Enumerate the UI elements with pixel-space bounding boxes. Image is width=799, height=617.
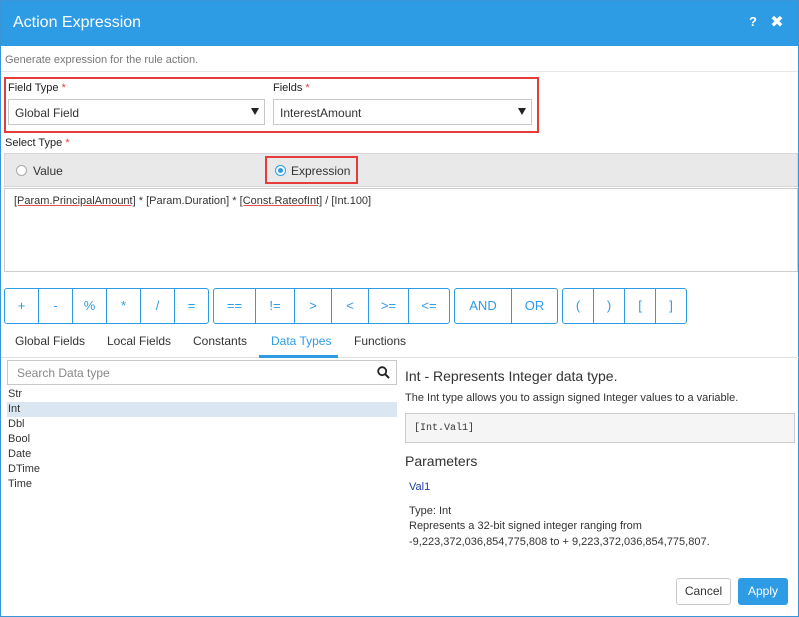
select-type-label: Select Type * — [5, 137, 70, 149]
expression-token: [Param.PrincipalAmount] — [14, 195, 136, 207]
fields-label: Fields * — [273, 82, 310, 94]
arith-operator-group: + - % * / = — [4, 288, 209, 324]
op-greater-equal-button[interactable]: >= — [369, 289, 409, 323]
value-radio[interactable] — [16, 165, 27, 176]
required-marker: * — [61, 82, 66, 94]
expression-radio[interactable] — [275, 165, 286, 176]
list-item[interactable]: Dbl — [7, 417, 397, 432]
logical-operator-group: AND OR — [454, 288, 558, 324]
close-icon[interactable]: ✖ — [768, 12, 786, 32]
data-type-code-sample[interactable]: [Int.Val1] — [405, 413, 795, 443]
list-item[interactable]: Time — [7, 477, 397, 492]
op-greater-button[interactable]: > — [295, 289, 332, 323]
fields-value: InterestAmount — [280, 106, 362, 120]
op-or-button[interactable]: OR — [512, 289, 557, 323]
field-type-label: Field Type * — [8, 82, 66, 94]
op-multiply-button[interactable]: * — [107, 289, 141, 323]
op-minus-button[interactable]: - — [39, 289, 73, 323]
cancel-button[interactable]: Cancel — [676, 578, 731, 605]
op-close-paren-button[interactable]: ) — [594, 289, 625, 323]
expression-editor[interactable]: [Param.PrincipalAmount] * [Param.Duratio… — [4, 188, 798, 272]
op-open-bracket-button[interactable]: [ — [625, 289, 656, 323]
tab-data-types[interactable]: Data Types — [271, 334, 331, 348]
op-equal-button[interactable]: == — [214, 289, 256, 323]
required-marker: * — [65, 137, 70, 149]
list-item[interactable]: Str — [7, 387, 397, 402]
select-type-radio-group — [4, 153, 798, 187]
op-assign-button[interactable]: = — [175, 289, 208, 323]
data-type-detail-title: Int - Represents Integer data type. — [405, 368, 618, 384]
parameter-description: Represents a 32-bit signed integer rangi… — [409, 520, 642, 532]
list-item[interactable]: Int — [7, 402, 397, 417]
op-plus-button[interactable]: + — [5, 289, 39, 323]
action-expression-dialog: Action Expression ? ✖ Generate expressio… — [0, 0, 799, 617]
list-item[interactable]: Bool — [7, 432, 397, 447]
value-radio-label[interactable]: Value — [33, 164, 63, 178]
data-type-search-input[interactable] — [8, 361, 368, 384]
op-and-button[interactable]: AND — [455, 289, 512, 323]
compare-operator-group: == != > < >= <= — [213, 288, 450, 324]
tab-constants[interactable]: Constants — [193, 334, 247, 348]
expression-radio-label[interactable]: Expression — [291, 164, 350, 178]
op-close-bracket-button[interactable]: ] — [656, 289, 686, 323]
tab-local-fields[interactable]: Local Fields — [107, 334, 171, 348]
expression-token: / [Int.100] — [322, 195, 372, 207]
expression-operator: * — [135, 195, 147, 207]
op-less-button[interactable]: < — [332, 289, 369, 323]
divider — [1, 71, 798, 72]
parameters-heading: Parameters — [405, 453, 478, 469]
data-type-list: Str Int Dbl Bool Date DTime Time — [7, 387, 397, 492]
chevron-down-icon — [251, 108, 259, 115]
op-divide-button[interactable]: / — [141, 289, 175, 323]
op-mod-button[interactable]: % — [73, 289, 107, 323]
parameter-range: -9,223,372,036,854,775,808 to + 9,223,37… — [409, 536, 710, 548]
op-not-equal-button[interactable]: != — [256, 289, 295, 323]
parameter-type: Type: Int — [409, 505, 452, 517]
dialog-subtitle: Generate expression for the rule action. — [5, 54, 199, 66]
active-tab-indicator — [259, 355, 338, 358]
apply-button[interactable]: Apply — [738, 578, 788, 605]
data-type-search — [7, 360, 397, 385]
list-item[interactable]: Date — [7, 447, 397, 462]
expression-token: [Const.RateofInt] — [239, 195, 323, 207]
data-type-detail-description: The Int type allows you to assign signed… — [405, 392, 739, 404]
reference-tabs: Global Fields Local Fields Constants Dat… — [1, 328, 799, 358]
tab-global-fields[interactable]: Global Fields — [15, 334, 85, 348]
list-item[interactable]: DTime — [7, 462, 397, 477]
fields-label-text: Fields — [273, 82, 303, 94]
field-type-label-text: Field Type — [8, 82, 59, 94]
op-less-equal-button[interactable]: <= — [409, 289, 449, 323]
parameter-name: Val1 — [409, 481, 431, 493]
dialog-title: Action Expression — [13, 14, 142, 31]
field-type-value: Global Field — [15, 106, 80, 120]
field-type-select[interactable]: Global Field — [8, 99, 265, 125]
bracket-operator-group: ( ) [ ] — [562, 288, 687, 324]
chevron-down-icon — [518, 108, 526, 115]
tab-functions[interactable]: Functions — [354, 334, 406, 348]
help-icon[interactable]: ? — [745, 14, 761, 32]
fields-select[interactable]: InterestAmount — [273, 99, 532, 125]
search-icon[interactable] — [377, 366, 390, 379]
dialog-titlebar: Action Expression ? ✖ — [1, 1, 798, 46]
expression-token: [Param.Duration] — [146, 195, 230, 207]
op-open-paren-button[interactable]: ( — [563, 289, 594, 323]
expression-operator: * — [229, 195, 240, 207]
required-marker: * — [305, 82, 310, 94]
select-type-label-text: Select Type — [5, 137, 63, 149]
